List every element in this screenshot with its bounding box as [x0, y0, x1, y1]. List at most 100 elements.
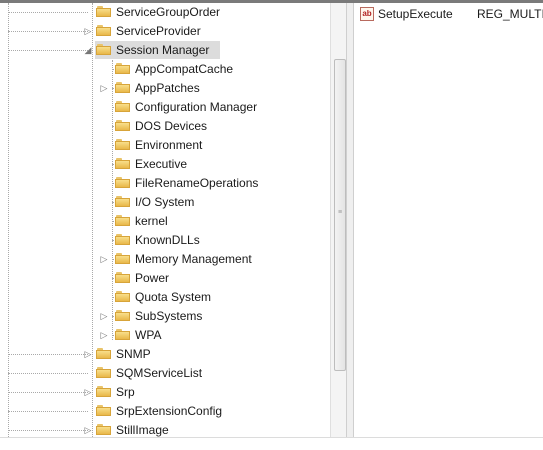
folder-icon [115, 139, 130, 150]
expand-arrow-icon[interactable]: ▷ [84, 22, 92, 40]
tree-item-label: FileRenameOperations [135, 176, 259, 190]
tree-guide-root [8, 3, 9, 437]
tree-item-label: DOS Devices [135, 119, 208, 133]
tree-guide-child [92, 3, 93, 437]
folder-icon [115, 310, 130, 321]
tree-item-quota-system[interactable]: Quota System [114, 288, 262, 306]
folder-icon [96, 25, 111, 36]
value-name: SetupExecute [378, 7, 453, 21]
string-value-icon: ab [360, 7, 374, 21]
tree-item-label: Environment [135, 138, 203, 152]
expand-arrow-icon [100, 288, 108, 306]
folder-icon [96, 6, 111, 17]
expand-arrow-icon[interactable]: ▷ [100, 250, 108, 268]
expand-arrow-icon[interactable]: ▷ [84, 421, 92, 437]
registry-values-pane[interactable]: ab SetupExecute REG_MULTI_ [354, 3, 543, 437]
expand-arrow-icon [100, 136, 108, 154]
tree-item-label: Srp [116, 385, 135, 399]
expand-arrow-icon [100, 155, 108, 173]
tree-item-label: Session Manager [116, 43, 210, 57]
folder-icon [115, 101, 130, 112]
tree-item-filerenameoperations[interactable]: FileRenameOperations [114, 174, 262, 192]
tree-item-label: SQMServiceList [116, 366, 203, 380]
tree-item-label: Power [135, 271, 170, 285]
tree-item-srpextensionconfig[interactable]: SrpExtensionConfig [95, 402, 223, 420]
expand-arrow-icon [84, 3, 92, 21]
tree-item-label: KnownDLLs [135, 233, 200, 247]
expand-arrow-icon[interactable]: ▷ [100, 326, 108, 344]
expand-arrow-icon [100, 60, 108, 78]
tree-guide-horizontal [8, 354, 88, 355]
tree-item-sqmservicelist[interactable]: SQMServiceList [95, 364, 220, 382]
grip-icon: ≡ [337, 209, 343, 216]
expand-arrow-icon[interactable]: ▷ [84, 345, 92, 363]
folder-icon [96, 348, 111, 359]
value-type: REG_MULTI_ [477, 7, 543, 21]
tree-item-memory-management[interactable]: Memory Management [114, 250, 262, 268]
tree-item-label: Executive [135, 157, 188, 171]
tree-item-srp[interactable]: Srp [95, 383, 220, 401]
tree-item-label: ServiceGroupOrder [116, 5, 221, 19]
folder-icon [115, 196, 130, 207]
tree-item-session-manager[interactable]: Session Manager [95, 41, 220, 59]
tree-guide-horizontal [8, 411, 88, 412]
tree-item-label: WPA [135, 328, 162, 342]
tree-item-label: I/O System [135, 195, 195, 209]
tree-item-label: AppCompatCache [135, 62, 234, 76]
folder-icon [96, 386, 111, 397]
value-row-setupexecute[interactable]: ab SetupExecute REG_MULTI_ [354, 5, 543, 23]
registry-tree-pane[interactable]: ServiceGroupOrder ▷ ServiceProvider ◢ Sessio… [0, 3, 346, 437]
tree-item-label: Quota System [135, 290, 212, 304]
expand-arrow-icon[interactable]: ▷ [100, 307, 108, 325]
tree-item-configuration-manager[interactable]: Configuration Manager [114, 98, 262, 116]
pane-splitter[interactable] [346, 3, 354, 437]
tree-item-wpa[interactable]: WPA [114, 326, 262, 344]
tree-item-snmp[interactable]: SNMP [95, 345, 220, 363]
tree-item-stillimage[interactable]: StillImage [95, 421, 220, 437]
tree-item-i-o-system[interactable]: I/O System [114, 193, 262, 211]
expand-arrow-icon [84, 402, 92, 420]
tree-item-environment[interactable]: Environment [114, 136, 262, 154]
tree-item-label: SNMP [116, 347, 151, 361]
tree-item-label: ServiceProvider [116, 24, 201, 38]
tree-guide-horizontal [8, 392, 88, 393]
folder-icon [115, 177, 130, 188]
folder-icon [96, 367, 111, 378]
tree-item-dos-devices[interactable]: DOS Devices [114, 117, 262, 135]
bottom-edge [0, 437, 543, 450]
tree-item-label: AppPatches [135, 81, 200, 95]
expand-arrow-icon [100, 174, 108, 192]
expand-arrow-icon [100, 98, 108, 116]
collapse-arrow-icon[interactable]: ◢ [84, 41, 92, 59]
folder-icon [96, 424, 111, 435]
tree-item-knowndlls[interactable]: KnownDLLs [114, 231, 262, 249]
tree-item-apppatches[interactable]: AppPatches [114, 79, 262, 97]
tree-item-kernel[interactable]: kernel [114, 212, 262, 230]
tree-item-subsystems[interactable]: SubSystems [114, 307, 262, 325]
tree-item-label: StillImage [116, 423, 169, 437]
folder-icon [115, 158, 130, 169]
tree-item-label: Configuration Manager [135, 100, 258, 114]
folder-icon [96, 44, 111, 55]
folder-icon [115, 82, 130, 93]
tree-item-power[interactable]: Power [114, 269, 262, 287]
folder-icon [115, 120, 130, 131]
expand-arrow-icon[interactable]: ▷ [100, 79, 108, 97]
folder-icon [115, 291, 130, 302]
tree-item-executive[interactable]: Executive [114, 155, 262, 173]
expand-arrow-icon [100, 269, 108, 287]
tree-item-appcompatcache[interactable]: AppCompatCache [114, 60, 262, 78]
expand-arrow-icon[interactable]: ▷ [84, 383, 92, 401]
folder-icon [115, 63, 130, 74]
tree-guide-horizontal [8, 373, 88, 374]
folder-icon [96, 405, 111, 416]
expand-arrow-icon [100, 212, 108, 230]
tree-guide-horizontal [8, 50, 88, 51]
tree-item-serviceprovider[interactable]: ServiceProvider [95, 22, 220, 40]
tree-item-servicegrouporder[interactable]: ServiceGroupOrder [95, 3, 220, 21]
expand-arrow-icon [100, 231, 108, 249]
expand-arrow-icon [100, 117, 108, 135]
tree-item-label: SrpExtensionConfig [116, 404, 223, 418]
tree-guide-horizontal [8, 12, 88, 13]
expand-arrow-icon [100, 193, 108, 211]
